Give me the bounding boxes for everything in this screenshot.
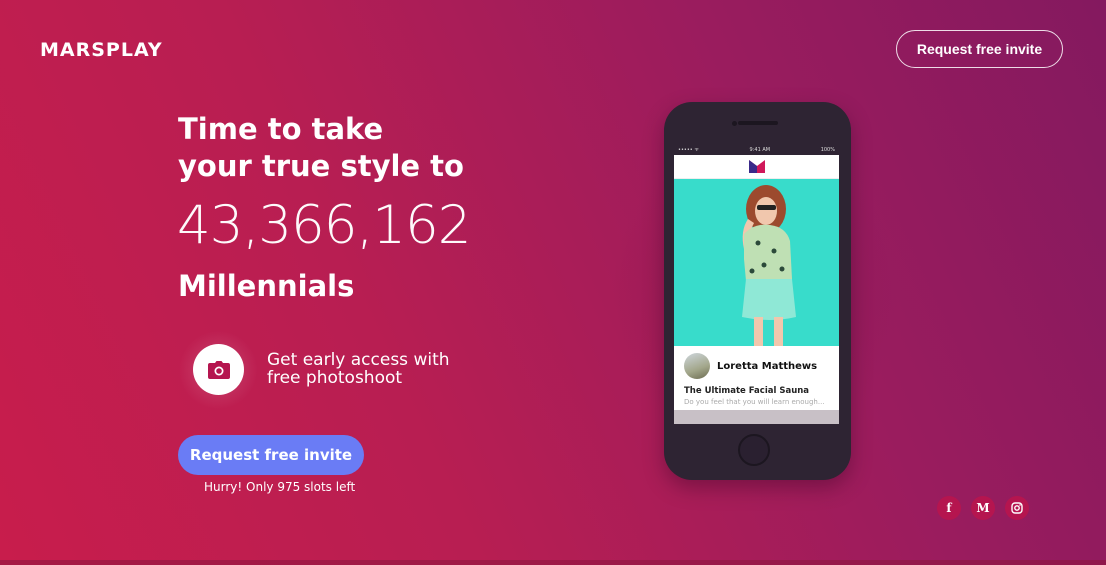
phone-mockup: ••••• ᯤ 9:41 AM 100% Loretta Matthews Th… bbox=[664, 102, 851, 480]
header-request-invite-button[interactable]: Request free invite bbox=[896, 30, 1063, 68]
feature-line-1: Get early access with bbox=[267, 350, 450, 370]
facebook-glyph: f bbox=[946, 501, 952, 515]
phone-front-camera bbox=[732, 121, 737, 126]
post-excerpt: Do you feel that you will learn enough..… bbox=[684, 398, 825, 406]
headline-line-2: your true style to bbox=[178, 149, 464, 183]
signal-indicator: ••••• ᯤ bbox=[678, 147, 699, 153]
app-bar bbox=[674, 155, 839, 179]
logo-text: MARSPLAY bbox=[40, 39, 163, 61]
model-illustration bbox=[742, 185, 796, 346]
request-invite-button[interactable]: Request free invite bbox=[178, 435, 364, 475]
marsplay-m-icon bbox=[748, 160, 765, 173]
slots-left-note: Hurry! Only 975 slots left bbox=[204, 480, 356, 494]
phone-speaker bbox=[738, 121, 778, 125]
phone-status-bar: ••••• ᯤ 9:41 AM 100% bbox=[674, 145, 839, 155]
facebook-icon[interactable]: f bbox=[937, 496, 961, 520]
headline-line-1: Time to take bbox=[178, 112, 384, 146]
millennials-counter: 43,366,162 bbox=[177, 195, 471, 256]
status-time: 9:41 AM bbox=[749, 147, 771, 153]
post-title: The Ultimate Facial Sauna bbox=[684, 386, 810, 396]
social-links: f M bbox=[937, 496, 1029, 520]
instagram-glyph bbox=[1011, 502, 1023, 514]
author-name: Loretta Matthews bbox=[717, 360, 818, 372]
bottom-edge bbox=[0, 560, 1106, 565]
author-avatar bbox=[684, 353, 710, 379]
feature-text: Get early access with free photoshoot bbox=[267, 351, 450, 387]
medium-glyph: M bbox=[976, 501, 990, 515]
medium-icon[interactable]: M bbox=[971, 496, 995, 520]
phone-home-button bbox=[738, 434, 770, 466]
audience-label: Millennials bbox=[178, 269, 355, 303]
feature-line-2: free photoshoot bbox=[267, 368, 403, 388]
hero-headline: Time to take your true style to bbox=[178, 111, 464, 185]
camera-icon bbox=[207, 360, 230, 379]
fashion-photo bbox=[674, 179, 839, 346]
post-author-row[interactable]: Loretta Matthews bbox=[674, 346, 839, 380]
next-post-preview bbox=[674, 410, 839, 424]
instagram-icon[interactable] bbox=[1005, 496, 1029, 520]
phone-screen: ••••• ᯤ 9:41 AM 100% Loretta Matthews Th… bbox=[674, 145, 839, 424]
battery-indicator: 100% bbox=[820, 147, 835, 153]
marsplay-logo[interactable]: MARSPLAY bbox=[40, 40, 163, 60]
camera-badge bbox=[193, 344, 244, 395]
